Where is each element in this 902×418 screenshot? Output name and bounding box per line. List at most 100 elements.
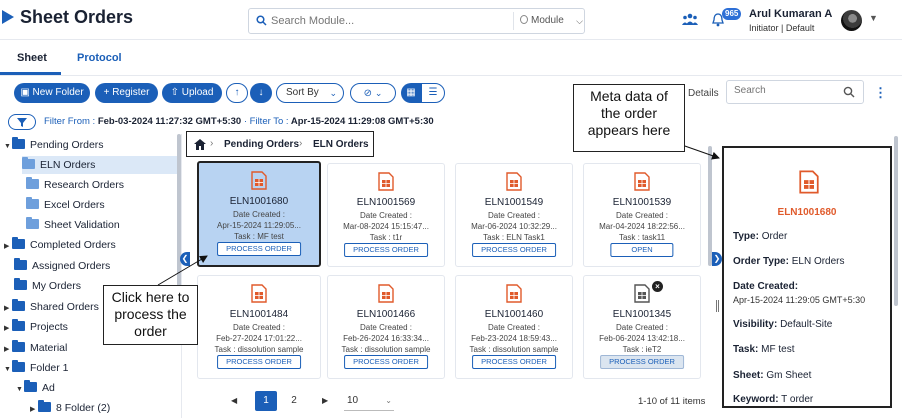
chevron-right-icon: ❯ xyxy=(713,254,721,263)
detail-order-type-label: Order Type: xyxy=(733,256,789,267)
new-folder-button[interactable]: ▣ New Folder xyxy=(14,83,90,103)
detail-keyword-value: T order xyxy=(781,394,814,405)
module-search-input[interactable] xyxy=(271,13,501,29)
next-page-icon[interactable]: ▶ xyxy=(322,396,328,405)
toolbar: ▣ New Folder + Register ⇧ Upload ↑ ↓ Sor… xyxy=(0,80,902,108)
order-id: ELN1001484 xyxy=(229,309,289,320)
tree-item-research-orders[interactable]: Research Orders xyxy=(26,176,124,194)
sheet-order-icon xyxy=(251,171,267,190)
plus-icon: + xyxy=(103,87,113,98)
order-card[interactable]: ELN1001466 Date Created : Feb-26-2024 16… xyxy=(327,275,445,379)
tree-item-my-orders[interactable]: My Orders xyxy=(14,277,81,295)
home-icon[interactable] xyxy=(194,139,206,150)
expanded-caret-icon: ▼ xyxy=(16,386,23,393)
tree-item-8-folder[interactable]: ▶ 8 Folder (2) xyxy=(30,399,110,417)
sort-ascending-button[interactable]: ↑ xyxy=(226,83,248,103)
list-icon: ☰ xyxy=(428,87,438,98)
expanded-caret-icon: ▼ xyxy=(4,143,11,150)
filter-summary: Filter From : Feb-03-2024 11:27:32 GMT+5… xyxy=(44,116,434,127)
breadcrumb-separator-icon: › xyxy=(210,138,214,149)
collapsed-caret-icon: ▶ xyxy=(4,346,10,353)
details-toggle[interactable]: Details xyxy=(688,88,719,99)
search-icon[interactable] xyxy=(843,86,855,98)
collapse-details-button[interactable]: ❯ xyxy=(712,252,722,266)
module-dropdown[interactable]: Module ⌵ xyxy=(513,12,583,30)
task-text: Task : t1r xyxy=(369,233,403,242)
process-order-button[interactable]: PROCESS ORDER xyxy=(344,355,428,369)
tree-item-completed-orders[interactable]: ▶ Completed Orders xyxy=(4,236,116,254)
process-order-button[interactable]: PROCESS ORDER xyxy=(600,355,684,369)
tree-item-material[interactable]: ▶ Material xyxy=(4,339,67,357)
tree-item-shared-orders[interactable]: ▶ Shared Orders xyxy=(4,298,99,316)
detail-task-value: MF test xyxy=(761,344,795,355)
order-card[interactable]: ELN1001484 Date Created : Feb-27-2024 17… xyxy=(197,275,321,379)
breadcrumb-pending-orders[interactable]: Pending Orders xyxy=(224,139,299,150)
register-button[interactable]: + Register xyxy=(95,83,158,103)
process-order-button[interactable]: PROCESS ORDER xyxy=(472,243,556,257)
collapse-sidebar-button[interactable]: ❮ xyxy=(180,252,190,266)
chevron-left-icon: ❮ xyxy=(181,254,189,263)
upload-button[interactable]: ⇧ Upload xyxy=(162,83,222,103)
sidebar-scrollbar[interactable] xyxy=(177,134,181,304)
breadcrumb-eln-orders[interactable]: ELN Orders xyxy=(313,139,369,150)
order-card[interactable]: ELN1001460 Date Created : Feb-23-2024 18… xyxy=(455,275,573,379)
tab-protocol[interactable]: Protocol xyxy=(77,52,122,64)
process-order-button[interactable]: PROCESS ORDER xyxy=(344,243,428,257)
details-scrollbar[interactable] xyxy=(894,136,898,306)
date-created-label: Date Created : xyxy=(232,210,286,219)
grid-search-input[interactable] xyxy=(734,85,834,96)
avatar[interactable] xyxy=(841,10,862,31)
resize-handle-right[interactable] xyxy=(716,300,719,312)
tree-item-excel-orders[interactable]: Excel Orders xyxy=(26,196,105,214)
tree-item-pending-orders[interactable]: ▼ Pending Orders xyxy=(4,136,104,154)
order-card[interactable]: ELN1001539 Date Created : Mar-04-2024 18… xyxy=(583,163,701,267)
open-order-button[interactable]: OPEN xyxy=(610,243,674,257)
grid-view-button[interactable]: ▦ xyxy=(401,83,421,103)
callout-metadata: Meta data of the order appears here xyxy=(573,84,685,152)
process-order-button[interactable]: PROCESS ORDER xyxy=(472,355,556,369)
folder-icon xyxy=(12,137,25,149)
tree-item-sheet-validation[interactable]: Sheet Validation xyxy=(26,216,120,234)
date-created-value: Mar-08-2024 15:15:47... xyxy=(343,222,429,231)
pagination: ◀ 1 2 ▶ 10 ⌄ 1-10 of 11 items xyxy=(220,390,710,412)
process-order-button[interactable]: PROCESS ORDER xyxy=(217,355,301,369)
filter-button[interactable] xyxy=(8,114,36,130)
tree-item-ad[interactable]: ▼ Ad xyxy=(16,379,55,397)
module-search[interactable]: Module ⌵ xyxy=(248,8,585,34)
sheet-order-icon xyxy=(634,172,650,191)
previous-page-icon[interactable]: ◀ xyxy=(231,396,237,405)
tree-item-eln-orders[interactable]: ELN Orders xyxy=(22,156,177,174)
sort-by-dropdown[interactable]: Sort By ⌄ xyxy=(276,83,344,103)
list-view-button[interactable]: ☰ xyxy=(421,83,445,103)
visibility-filter-dropdown[interactable]: ⊘ ⌄ xyxy=(350,83,396,103)
page-1-button[interactable]: 1 xyxy=(255,391,277,411)
order-card[interactable]: × ELN1001345 Date Created : Feb-06-2024 … xyxy=(583,275,701,379)
user-menu-chevron-icon[interactable]: ▼ xyxy=(869,13,878,23)
order-card[interactable]: ELN1001569 Date Created : Mar-08-2024 15… xyxy=(327,163,445,267)
main-scrollbar[interactable] xyxy=(708,146,712,266)
order-card[interactable]: ELN1001549 Date Created : Mar-06-2024 10… xyxy=(455,163,573,267)
sort-descending-button[interactable]: ↓ xyxy=(250,83,272,103)
folder-icon xyxy=(12,237,25,249)
tree-item-label: Pending Orders xyxy=(30,139,104,151)
order-id: ELN1001460 xyxy=(484,309,544,320)
page-2-button[interactable]: 2 xyxy=(283,391,305,411)
grid-icon: ▦ xyxy=(406,87,416,98)
search-icon xyxy=(256,15,267,26)
page-size-dropdown[interactable]: 10 ⌄ xyxy=(344,391,394,411)
process-order-button[interactable]: PROCESS ORDER xyxy=(217,242,301,256)
tree-item-assigned-orders[interactable]: Assigned Orders xyxy=(14,257,110,275)
more-options-icon[interactable]: ⋮ xyxy=(874,85,887,101)
detail-sheet-value: Gm Sheet xyxy=(766,370,812,381)
tree-item-label: Ad xyxy=(42,382,55,394)
grid-search[interactable] xyxy=(726,80,864,104)
upload-icon: ⇧ xyxy=(170,87,182,98)
tree-item-projects[interactable]: ▶ Projects xyxy=(4,318,68,336)
team-icon[interactable] xyxy=(682,13,698,25)
tab-sheet[interactable]: Sheet xyxy=(17,52,47,64)
detail-visibility-label: Visibility: xyxy=(733,319,778,330)
tree-item-folder-1[interactable]: ▼ Folder 1 xyxy=(4,359,69,377)
detail-task-label: Task: xyxy=(733,344,759,355)
order-card[interactable]: ELN1001680 Date Created : Apr-15-2024 11… xyxy=(197,161,321,267)
detail-type-value: Order xyxy=(761,231,788,242)
